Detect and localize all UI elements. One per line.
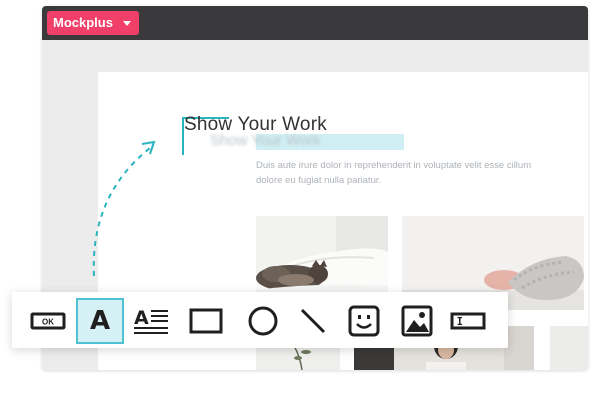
text-icon: A [89,306,111,336]
component-toolbar: OK A A [12,292,508,348]
page-title[interactable]: Show Your Work [184,114,327,136]
body-paragraph[interactable]: Duis aute irure dolor in reprehenderit i… [256,158,536,188]
brand-label: Mockplus [53,15,113,30]
paragraph-tool[interactable]: A [130,300,174,342]
line-icon [300,308,326,334]
paragraph-icon-label: A [134,307,149,329]
image-tool[interactable] [395,300,439,342]
text-tool[interactable]: A [76,298,124,344]
mockplus-menu-button[interactable]: Mockplus [47,11,139,35]
paragraph-icon: A [134,307,168,334]
button-tool[interactable]: OK [26,300,70,342]
rectangle-icon [189,308,223,334]
smiley-icon [348,305,380,337]
circle-icon [248,306,278,336]
circle-tool[interactable] [241,300,285,342]
text-input-icon [450,312,486,330]
rectangle-tool[interactable] [184,300,228,342]
emoji-tool[interactable] [342,300,386,342]
top-bar: Mockplus [42,6,588,40]
dashed-arrow [92,140,156,277]
input-tool[interactable] [446,300,490,342]
button-icon: OK [30,312,66,330]
button-icon-label: OK [42,318,54,327]
chevron-down-icon [123,21,131,26]
photo-partial[interactable] [550,326,588,370]
line-tool[interactable] [291,300,335,342]
image-icon [401,305,433,337]
